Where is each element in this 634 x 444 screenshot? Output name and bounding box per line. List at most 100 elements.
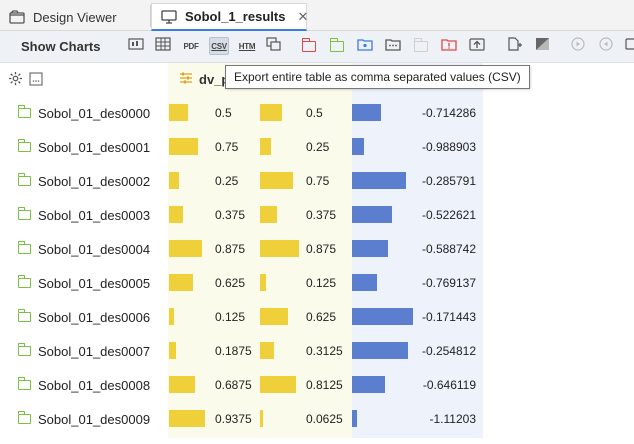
value-cell: 0.375 [306,208,337,222]
folder-icon [17,309,31,322]
value-bar [260,206,277,223]
table-row[interactable]: Sobol_01_des0005 0.625 0.125 -0.769137 [0,266,483,300]
value-cell: 0.5 [215,106,232,120]
value-bar [169,206,183,223]
design-name: Sobol_01_des0009 [38,412,151,427]
export-pdf-button[interactable]: PDF [181,37,201,55]
value-cell: 0.9375 [215,412,252,426]
value-bar [260,376,296,393]
column-header[interactable]: dv_p [179,72,229,87]
value-bar [352,138,364,155]
contrast-button[interactable] [533,37,553,55]
red-folder-icon [301,37,316,52]
tab-bar: Design Viewer Sobol_1_results ✕ [0,0,634,31]
value-cell: 0.8125 [306,378,343,392]
table-header-tools [8,71,43,91]
alert-folder-button[interactable] [439,37,459,55]
folder-target-icon [357,37,373,56]
table-row[interactable]: Sobol_01_des0001 0.75 0.25 -0.988903 [0,130,483,164]
chart-view-button[interactable] [126,37,146,55]
value-bar [169,342,176,359]
tab-label: Sobol_1_results [185,9,286,24]
value-cell: 0.0625 [306,412,343,426]
value-cell: -0.646119 [422,378,476,392]
value-cell: -0.285791 [421,174,476,188]
more-folder-button[interactable] [383,37,403,55]
table-row[interactable]: Sobol_01_des0004 0.875 0.875 -0.588742 [0,232,483,266]
value-bar [352,376,385,393]
back-icon [598,36,614,56]
tab-sobol-results[interactable]: Sobol_1_results ✕ [151,3,308,31]
tab-design-viewer[interactable]: Design Viewer [0,3,150,31]
value-bar [352,104,381,121]
design-name: Sobol_01_des0004 [38,242,151,257]
file-add-icon [507,36,523,56]
upload-button[interactable] [467,37,487,55]
target-folder-button[interactable] [355,37,375,55]
value-cell: 0.1875 [215,344,252,358]
green-folder-button[interactable] [327,37,347,55]
value-cell: 0.875 [215,242,246,256]
window-button[interactable] [620,37,634,55]
value-bar [169,410,205,427]
table-row[interactable]: Sobol_01_des0006 0.125 0.625 -0.171443 [0,300,483,334]
value-bar [260,104,282,121]
design-name: Sobol_01_des0001 [38,140,151,155]
design-name: Sobol_01_des0007 [38,344,151,359]
close-icon[interactable]: ✕ [297,9,308,25]
table-row[interactable]: Sobol_01_des0009 0.9375 0.0625 -1.11203 [0,402,483,436]
design-name: Sobol_01_des0008 [38,378,151,393]
value-bar [169,172,179,189]
table-row[interactable]: Sobol_01_des0008 0.6875 0.8125 -0.646119 [0,368,483,402]
red-folder-button[interactable] [299,37,319,55]
value-cell: 0.3125 [306,344,343,358]
value-cell: 0.125 [306,276,337,290]
value-cell: 0.25 [215,174,239,188]
folder-icon [17,207,31,220]
gear-icon[interactable] [8,71,23,91]
folder-icon [413,37,428,52]
design-name: Sobol_01_des0002 [38,174,151,189]
results-table: dv_p Sobol_01_des0000 0.5 0.5 -0.714286 Sobo… [0,63,634,444]
value-bar [169,308,174,325]
value-bar [260,342,274,359]
csv-label: CSV [211,41,227,51]
more-options-icon[interactable] [29,71,43,91]
copy-button[interactable] [264,36,284,55]
table-view-button[interactable] [153,36,173,56]
value-bar [352,172,406,189]
value-cell: -0.988903 [421,140,476,154]
value-bar [260,410,263,427]
folder-icon [17,241,31,254]
value-bar [260,172,293,189]
export-csv-button[interactable]: CSV [209,37,229,55]
value-cell: 0.125 [215,310,246,324]
design-viewer-icon [9,10,25,24]
folder-icon [17,173,31,186]
disabled-folder-button[interactable] [411,37,431,55]
export-htm-button[interactable]: HTM [237,37,257,55]
green-folder-icon [329,37,344,52]
folder-icon [17,411,31,424]
value-bar [260,274,266,291]
value-cell: 0.75 [215,140,239,154]
value-bar [169,138,198,155]
table-row[interactable]: Sobol_01_des0007 0.1875 0.3125 -0.254812 [0,334,483,368]
csv-tooltip: Export entire table as comma separated v… [225,65,530,89]
value-cell: 0.6875 [215,378,252,392]
grid-icon [155,36,171,56]
back-button[interactable] [596,36,616,56]
table-row[interactable]: Sobol_01_des0002 0.25 0.75 -0.285791 [0,164,483,198]
table-row[interactable]: Sobol_01_des0000 0.5 0.5 -0.714286 [0,96,483,130]
value-cell: 0.75 [306,174,330,188]
htm-label: HTM [238,41,256,51]
play-button[interactable] [568,36,588,55]
show-charts-button[interactable]: Show Charts [21,39,100,54]
value-cell: -0.254812 [421,344,476,358]
add-file-button[interactable] [505,36,525,56]
value-bar [352,342,408,359]
value-bar [260,240,299,257]
design-name: Sobol_01_des0006 [38,310,151,325]
table-row[interactable]: Sobol_01_des0003 0.375 0.375 -0.522621 [0,198,483,232]
folder-icon [17,275,31,288]
